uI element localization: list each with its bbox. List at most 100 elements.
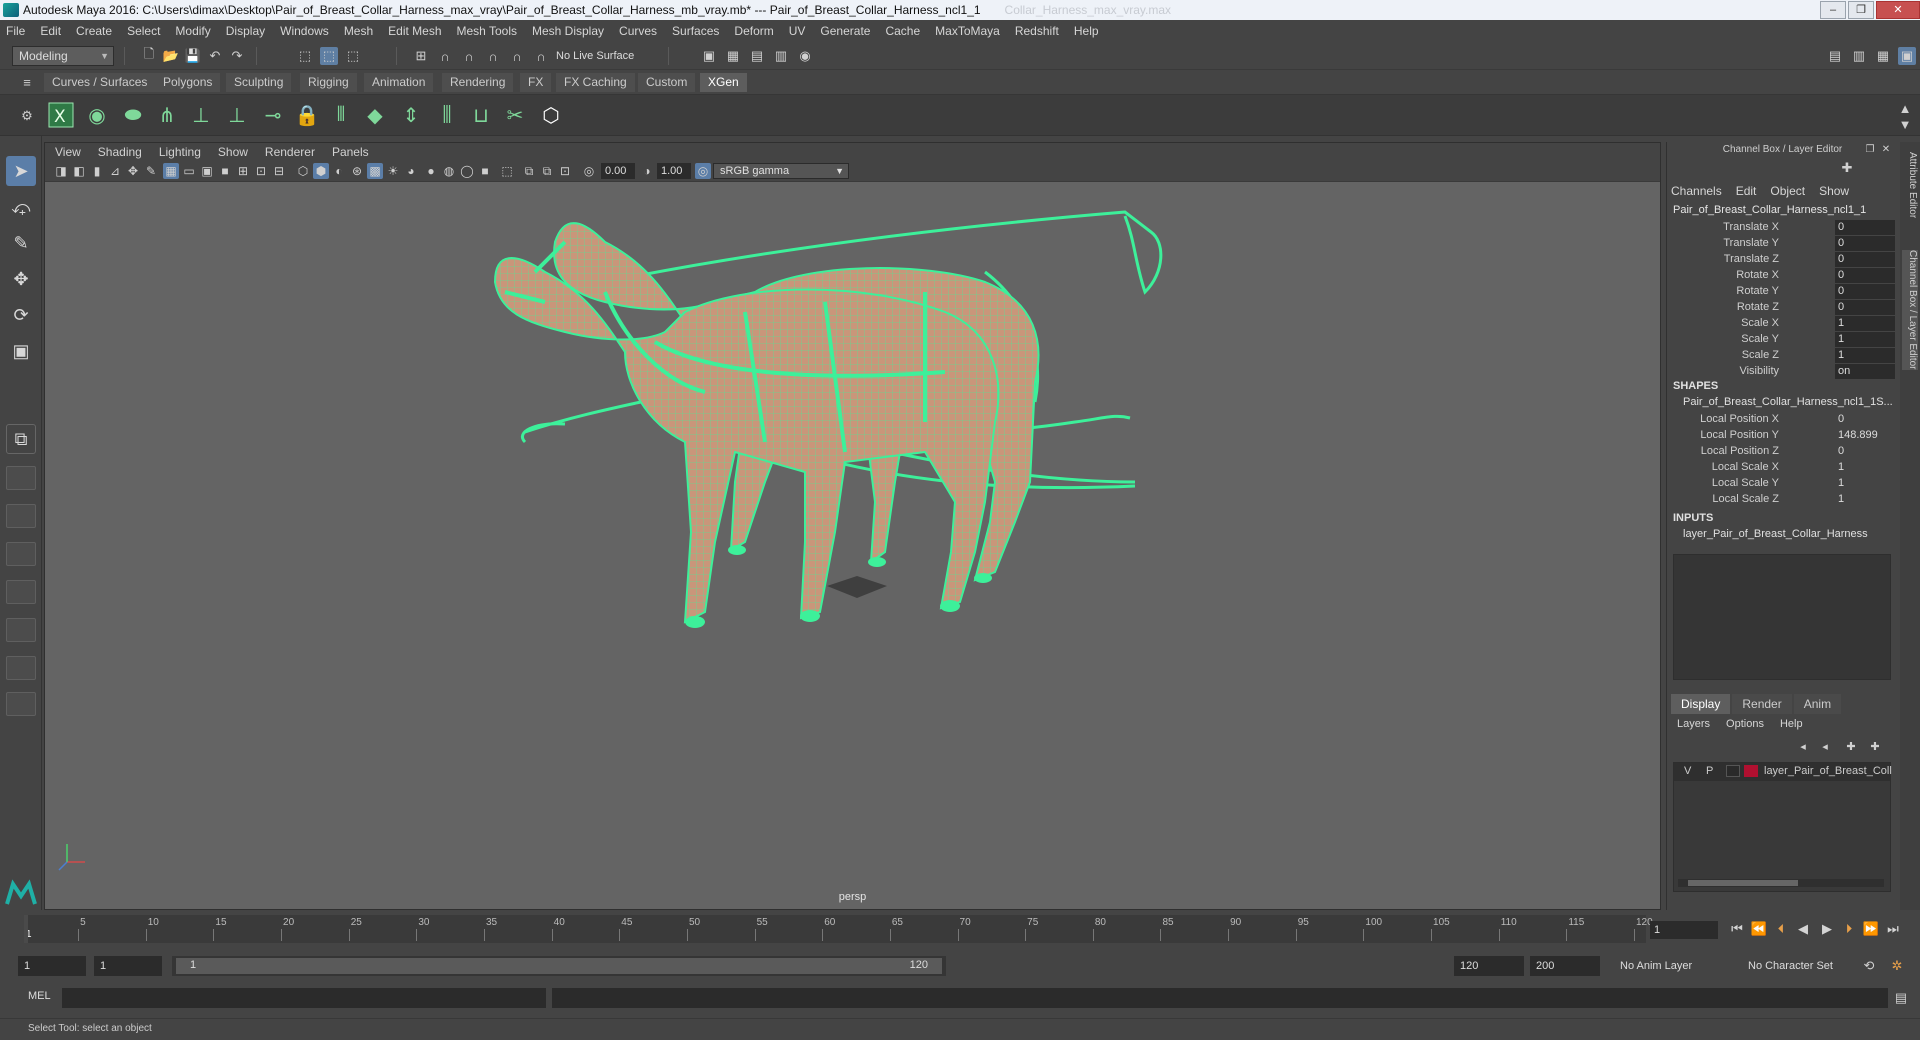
side-tab-attribute-editor[interactable]: Attribute Editor — [1902, 152, 1918, 218]
layer-tab-anim[interactable]: Anim — [1793, 694, 1842, 714]
layer-name[interactable]: layer_Pair_of_Breast_Coll — [1764, 765, 1892, 777]
channel-value[interactable]: 0 — [1835, 444, 1895, 459]
channel-value[interactable]: 1 — [1835, 332, 1895, 347]
two-d-pan-icon[interactable]: ✥ — [125, 163, 141, 179]
scene-canvas[interactable] — [45, 182, 1660, 902]
resolution-gate-icon[interactable]: ▣ — [199, 163, 215, 179]
menu-help[interactable]: Help — [1074, 24, 1099, 38]
play-backwards-icon[interactable]: ◀ — [1794, 920, 1812, 938]
motion-blur-icon[interactable]: ◍ — [441, 163, 457, 179]
menu-windows[interactable]: Windows — [280, 24, 329, 38]
scale-tool-icon[interactable]: ▣ — [6, 336, 36, 366]
close-panel-icon[interactable]: ✕ — [1879, 142, 1893, 156]
cb-menu-object[interactable]: Object — [1770, 184, 1805, 200]
auto-key-icon[interactable]: ⟲ — [1860, 957, 1878, 975]
animation-start-field[interactable]: 1 — [18, 956, 86, 976]
redo-icon[interactable]: ↷ — [228, 47, 246, 65]
time-slider-track[interactable]: 1 5 10 15 20 25 30 35 40 45 50 55 60 65 70 75 80 85 90 95 10… — [24, 915, 1653, 943]
shadows-icon[interactable]: ◕ — [403, 163, 419, 179]
menu-redshift[interactable]: Redshift — [1015, 24, 1059, 38]
shelf-tab-fx[interactable]: FX — [520, 73, 552, 92]
playback-end-field[interactable]: 120 — [1454, 956, 1524, 976]
hypershade-layout-icon[interactable] — [6, 580, 36, 604]
menu-mesh[interactable]: Mesh — [344, 24, 373, 38]
vp-menu-show[interactable]: Show — [218, 145, 248, 159]
render-view-icon[interactable]: ▣ — [700, 47, 718, 65]
side-tab-channel-box[interactable]: Channel Box / Layer Editor — [1902, 250, 1918, 370]
layer-menu-help[interactable]: Help — [1780, 718, 1803, 730]
cb-menu-channels[interactable]: Channels — [1671, 184, 1722, 200]
shelf-options-icon[interactable]: ⚙ — [18, 107, 36, 125]
vp-menu-lighting[interactable]: Lighting — [159, 145, 201, 159]
view-transform-dropdown[interactable]: sRGB gamma ▼ — [713, 163, 849, 179]
layer-row[interactable]: V P layer_Pair_of_Breast_Coll — [1674, 763, 1892, 781]
close-icon[interactable]: ✕ — [1876, 1, 1920, 19]
shelf-tab-animation[interactable]: Animation — [364, 73, 434, 92]
command-input[interactable] — [62, 988, 546, 1008]
menu-uv[interactable]: UV — [789, 24, 806, 38]
xray-icon[interactable]: ⧉ — [521, 163, 537, 179]
select-object-icon[interactable]: ⬚ — [320, 47, 338, 65]
vp-menu-renderer[interactable]: Renderer — [265, 145, 315, 159]
persp-graph-layout-icon[interactable] — [6, 542, 36, 566]
xgen-cut-guide-icon[interactable]: ✂ — [500, 100, 530, 130]
shape-node-name[interactable]: Pair_of_Breast_Collar_Harness_ncl1_1S... — [1683, 396, 1893, 408]
move-layer-down-icon[interactable]: ◂ — [1817, 738, 1833, 754]
render-settings-icon[interactable]: ▥ — [772, 47, 790, 65]
script-editor-icon[interactable]: ▤ — [1892, 989, 1910, 1007]
anim-layer-dropdown[interactable]: No Anim Layer — [1620, 956, 1740, 976]
camera-select-icon[interactable]: ◨ — [53, 163, 69, 179]
safe-title-icon[interactable]: ⊟ — [271, 163, 287, 179]
channel-translate-x[interactable]: Translate X 0 — [1667, 220, 1895, 236]
default-material-icon[interactable]: ◐ — [331, 163, 347, 179]
channel-rotate-x[interactable]: Rotate X 0 — [1667, 268, 1895, 284]
cb-menu-show[interactable]: Show — [1819, 184, 1849, 200]
four-view-layout-icon[interactable] — [6, 466, 36, 490]
persp-outliner-layout-icon[interactable] — [6, 504, 36, 528]
playback-start-field[interactable]: 1 — [94, 956, 162, 976]
snap-grid-icon[interactable]: ⊞ — [412, 47, 430, 65]
channel-scale-z[interactable]: Scale Z 1 — [1667, 348, 1895, 364]
maximize-icon[interactable]: ❐ — [1848, 1, 1874, 19]
channel-box-settings-icon[interactable]: ✚ — [1839, 160, 1855, 176]
character-set-dropdown[interactable]: No Character Set — [1748, 956, 1878, 976]
go-to-end-icon[interactable]: ⏭ — [1884, 920, 1902, 938]
channel-value[interactable]: 0 — [1835, 300, 1895, 315]
range-slider[interactable]: 1 120 — [172, 956, 946, 976]
selected-object-name[interactable]: Pair_of_Breast_Collar_Harness_ncl1_1 — [1673, 204, 1866, 216]
xray-components-icon[interactable]: ⊡ — [557, 163, 573, 179]
channel-rotate-y[interactable]: Rotate Y 0 — [1667, 284, 1895, 300]
select-hierarchy-icon[interactable]: ⬚ — [296, 47, 314, 65]
current-time-indicator[interactable] — [24, 915, 28, 943]
shape-channel-local-scale-y[interactable]: Local Scale Y 1 — [1667, 476, 1895, 492]
menu-deform[interactable]: Deform — [734, 24, 773, 38]
channel-value[interactable]: 148.899 — [1835, 428, 1895, 443]
anti-aliasing-icon[interactable]: ◯ — [459, 163, 475, 179]
layer-menu-options[interactable]: Options — [1726, 718, 1764, 730]
hypershade-icon[interactable]: ◉ — [796, 47, 814, 65]
channel-value[interactable]: 0 — [1835, 236, 1895, 251]
gate-mask-icon[interactable]: ■ — [217, 163, 233, 179]
image-plane-icon[interactable]: ⊿ — [107, 163, 123, 179]
shelf-tab-rigging[interactable]: Rigging — [300, 73, 357, 92]
vp-menu-panels[interactable]: Panels — [332, 145, 369, 159]
exposure-icon[interactable]: ◎ — [581, 163, 597, 179]
snap-curve-icon[interactable]: ∩ — [436, 47, 454, 65]
channel-translate-z[interactable]: Translate Z 0 — [1667, 252, 1895, 268]
shelf-scroll-down-icon[interactable]: ▼ — [1896, 115, 1914, 133]
current-frame-field[interactable]: 1 — [1650, 921, 1718, 939]
render-current-icon[interactable]: ▦ — [724, 47, 742, 65]
layer-menu-layers[interactable]: Layers — [1677, 718, 1710, 730]
menu-create[interactable]: Create — [76, 24, 112, 38]
screen-space-ao-icon[interactable]: ● — [423, 163, 439, 179]
shape-channel-local-position-z[interactable]: Local Position Z 0 — [1667, 444, 1895, 460]
channel-value[interactable]: 1 — [1835, 460, 1895, 475]
snap-surface-icon[interactable]: ∩ — [508, 47, 526, 65]
layer-color-swatch[interactable] — [1744, 765, 1758, 777]
layer-display-type[interactable] — [1726, 765, 1740, 777]
channel-rotate-z[interactable]: Rotate Z 0 — [1667, 300, 1895, 316]
channel-value[interactable]: 0 — [1835, 412, 1895, 427]
xray-joints-icon[interactable]: ⧉ — [539, 163, 555, 179]
menu-mesh-display[interactable]: Mesh Display — [532, 24, 604, 38]
channel-value[interactable]: 0 — [1835, 284, 1895, 299]
